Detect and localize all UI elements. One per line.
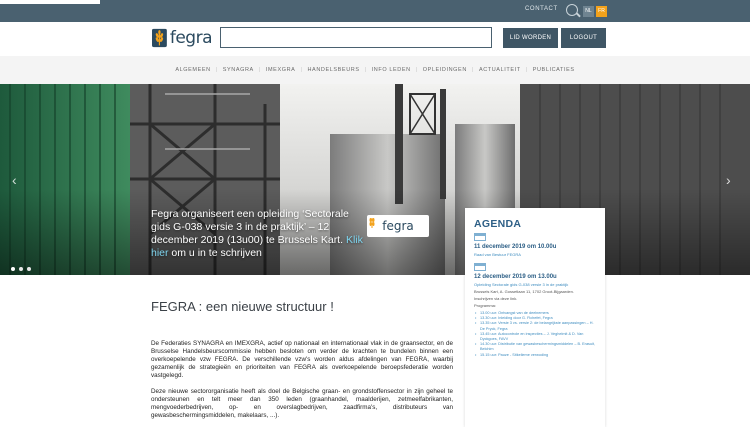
intro-paragraph: De Federaties SYNAGRA en IMEXGRA, actief… [151, 340, 453, 379]
slider-dot[interactable] [11, 267, 15, 271]
agenda-event-date: 11 december 2019 om 10.00u [474, 244, 557, 250]
nav-item-publicaties[interactable]: PUBLICATIES [528, 56, 580, 84]
nav-item-actualiteit[interactable]: ACTUALITEIT [474, 56, 526, 84]
slider-dot[interactable] [27, 267, 31, 271]
hero-logo-text: fegra [382, 219, 414, 233]
agenda-program-list: 13.00 uur: Ontvangst van de deelnemers 1… [474, 311, 596, 358]
nav-item-handelsbeurs[interactable]: HANDELSBEURS [302, 56, 364, 84]
agenda-program-label: Programma: [474, 303, 497, 308]
agenda-title: AGENDA [474, 218, 522, 230]
contact-link[interactable]: CONTACT [525, 6, 558, 12]
list-item: 14.30 uur: Distributie van gewasbescherm… [474, 342, 596, 352]
hero-image [0, 84, 750, 275]
lid-worden-button[interactable]: LID WORDEN [503, 28, 558, 48]
lang-fr-button[interactable]: FR [596, 6, 607, 17]
agenda-panel: AGENDA 11 december 2019 om 10.00u Raad v… [465, 208, 605, 427]
hero-caption-text: Fegra organiseert een opleiding ‘Sectora… [151, 208, 349, 246]
slider-dot[interactable] [19, 267, 23, 271]
main-nav: ALGEMEEN | SYNAGRA | IMEXGRA | HANDELSBE… [0, 56, 750, 84]
nav-item-opleidingen[interactable]: OPLEIDINGEN [418, 56, 472, 84]
hero-caption-tail: om u in te schrijven [168, 247, 262, 259]
agenda-event-link[interactable]: Raad van Bestuur FEGRA [474, 252, 596, 257]
wheat-icon [369, 218, 375, 228]
nav-item-imexgra[interactable]: IMEXGRA [261, 56, 301, 84]
fegra-logo[interactable]: fegra [152, 26, 213, 50]
slider-dots [11, 267, 31, 271]
second-paragraph: Deze nieuwe sectororganisatie heeft als … [151, 388, 453, 419]
slider-next-arrow-icon[interactable]: › [726, 172, 731, 188]
page-title: FEGRA : een nieuwe structuur ! [151, 299, 334, 314]
nav-item-info-leden[interactable]: INFO LEDEN [367, 56, 416, 84]
hero-slider[interactable]: ‹ › Fegra organiseert een opleiding ‘Sec… [0, 84, 750, 275]
calendar-icon [474, 263, 486, 271]
agenda-event-date: 12 december 2019 om 13.00u [474, 274, 557, 280]
search-icon[interactable] [566, 4, 578, 16]
top-notch [0, 0, 100, 4]
wheat-logo-icon [152, 28, 167, 48]
slider-prev-arrow-icon[interactable]: ‹ [12, 172, 17, 188]
calendar-icon [474, 233, 486, 241]
hero-fegra-logo: fegra [367, 215, 429, 237]
nav-item-algemeen[interactable]: ALGEMEEN [170, 56, 215, 84]
logout-button[interactable]: LOGOUT [561, 28, 606, 48]
list-item: 15.15 uur: Pauze - Sitkelieme verwoding [474, 353, 596, 358]
agenda-event-link[interactable]: Opleiding Sectorale gids G-038 versie 3 … [474, 282, 596, 287]
header: fegra LID WORDEN LOGOUT [0, 22, 750, 56]
nav-item-synagra[interactable]: SYNAGRA [218, 56, 259, 84]
agenda-event-location: Brussels Kart, A. Gossetlaan 11, 1702 Gr… [474, 289, 574, 294]
lang-nl-button[interactable]: NL [583, 6, 594, 17]
top-bar: CONTACT NL FR [0, 0, 750, 22]
hero-caption: Fegra organiseert een opleiding ‘Sectora… [151, 208, 363, 260]
list-item: 13.35 uur: Versie 3 vs. versie 2: de bel… [474, 321, 596, 331]
search-input[interactable] [220, 27, 492, 48]
logo-text: fegra [169, 28, 213, 48]
agenda-register-link[interactable]: Inschrijven via deze link. [474, 296, 596, 301]
list-item: 13.45 uur: Autocontrole en inspecties – … [474, 332, 596, 342]
